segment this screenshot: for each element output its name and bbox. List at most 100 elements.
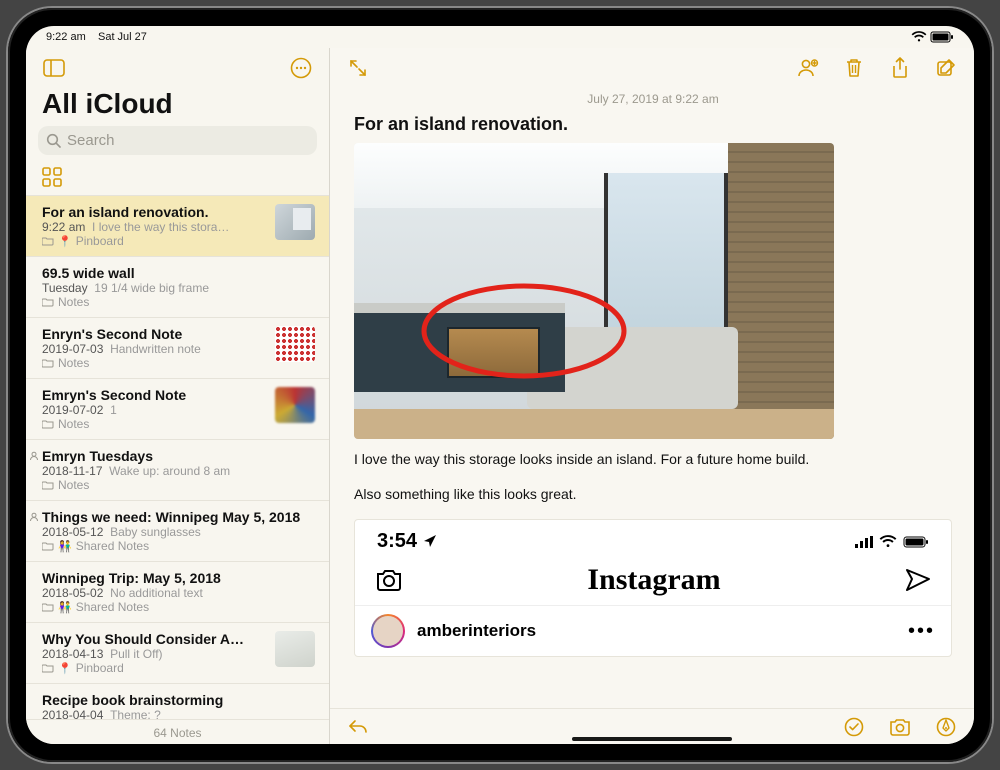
- note-item-meta: 2019-07-02 1: [42, 403, 267, 417]
- collaborate-button[interactable]: [794, 54, 822, 82]
- markup-button[interactable]: [932, 713, 960, 741]
- view-mode-toggle: [26, 163, 329, 195]
- ellipsis-circle-icon: [290, 57, 312, 79]
- battery-icon: [903, 536, 929, 548]
- note-list-item[interactable]: Enryn's Second Note 2019-07-03 Handwritt…: [26, 318, 329, 379]
- note-item-meta: 2018-05-02 No additional text: [42, 586, 315, 600]
- undo-button[interactable]: [344, 713, 372, 741]
- check-circle-icon: [844, 717, 864, 737]
- insta-topbar: Instagram: [355, 559, 951, 606]
- folder-icon: [42, 602, 54, 612]
- note-item-folder: 👫Shared Notes: [42, 600, 315, 614]
- sidebar-toolbar: [26, 48, 329, 88]
- main-toolbar: [330, 48, 974, 88]
- note-list-item[interactable]: Emryn Tuesdays 2018-11-17 Wake up: aroun…: [26, 440, 329, 501]
- note-date: July 27, 2019 at 9:22 am: [354, 88, 952, 114]
- note-attachment-image[interactable]: [354, 143, 834, 439]
- insta-clock: 3:54: [377, 530, 437, 553]
- note-item-title: Recipe book brainstorming: [42, 692, 315, 708]
- note-item-thumbnail: [275, 204, 315, 240]
- note-item-thumbnail: [275, 387, 315, 423]
- note-item-title: Emryn's Second Note: [42, 387, 267, 403]
- location-arrow-icon: [423, 534, 437, 548]
- note-list-item[interactable]: Things we need: Winnipeg May 5, 2018 201…: [26, 501, 329, 562]
- person-add-icon: [797, 58, 819, 78]
- sidebar-title: All iCloud: [26, 88, 329, 126]
- camera-icon: [375, 568, 403, 592]
- note-item-title: Enryn's Second Note: [42, 326, 267, 342]
- status-left: 9:22 am Sat Jul 27: [46, 31, 147, 43]
- folders-back-button[interactable]: [40, 54, 68, 82]
- people-icon: 👫: [58, 540, 72, 553]
- app-content: All iCloud For an island renovation.: [26, 48, 974, 744]
- new-note-button[interactable]: [932, 54, 960, 82]
- ipad-frame: 9:22 am Sat Jul 27 A: [8, 8, 992, 762]
- more-options-button[interactable]: [287, 54, 315, 82]
- expand-button[interactable]: [344, 54, 372, 82]
- cellular-icon: [855, 536, 873, 548]
- note-editor: July 27, 2019 at 9:22 am For an island r…: [330, 48, 974, 744]
- note-list-item[interactable]: For an island renovation. 9:22 am I love…: [26, 196, 329, 257]
- insta-more-button: •••: [908, 620, 935, 643]
- note-item-title: Things we need: Winnipeg May 5, 2018: [42, 509, 315, 525]
- pin-icon: 📍: [58, 235, 72, 248]
- note-item-meta: 2018-05-12 Baby sunglasses: [42, 525, 315, 539]
- share-icon: [891, 57, 909, 79]
- note-item-meta: 2018-04-13 Pull it Off): [42, 647, 267, 661]
- notes-sidebar: All iCloud For an island renovation.: [26, 48, 330, 744]
- grid-icon: [42, 167, 62, 187]
- shared-badge-icon: [29, 451, 39, 461]
- share-button[interactable]: [886, 54, 914, 82]
- note-item-thumbnail: [275, 631, 315, 667]
- note-item-title: Winnipeg Trip: May 5, 2018: [42, 570, 315, 586]
- camera-button[interactable]: [886, 713, 914, 741]
- instagram-logo: Instagram: [587, 563, 720, 597]
- search-input[interactable]: [67, 132, 309, 149]
- note-item-meta: 2018-04-04 Theme: ?: [42, 708, 315, 719]
- wifi-icon: [911, 31, 927, 43]
- note-body-paragraph[interactable]: Also something like this looks great.: [354, 484, 952, 505]
- folder-icon: [42, 297, 54, 307]
- note-item-title: Emryn Tuesdays: [42, 448, 315, 464]
- insta-statusbar: 3:54: [355, 520, 951, 559]
- editor-bottom-toolbar: [330, 708, 974, 744]
- note-list-item[interactable]: Why You Should Consider A… 2018-04-13 Pu…: [26, 623, 329, 684]
- instagram-screenshot-attachment[interactable]: 3:54 Instagram: [354, 519, 952, 657]
- checklist-button[interactable]: [840, 713, 868, 741]
- insta-avatar: [371, 614, 405, 648]
- note-body-paragraph[interactable]: I love the way this storage looks inside…: [354, 449, 952, 470]
- note-item-meta: 9:22 am I love the way this stora…: [42, 220, 267, 234]
- status-bar: 9:22 am Sat Jul 27: [26, 26, 974, 48]
- search-field[interactable]: [38, 126, 317, 155]
- note-item-title: Why You Should Consider A…: [42, 631, 267, 647]
- note-list[interactable]: For an island renovation. 9:22 am I love…: [26, 195, 329, 719]
- note-list-item[interactable]: 69.5 wide wall Tuesday 19 1/4 wide big f…: [26, 257, 329, 318]
- home-indicator[interactable]: [572, 737, 732, 741]
- wifi-icon: [879, 535, 897, 548]
- note-list-item[interactable]: Emryn's Second Note 2019-07-02 1 Notes: [26, 379, 329, 440]
- people-icon: 👫: [58, 601, 72, 614]
- sidebar-footer-count: 64 Notes: [26, 719, 329, 744]
- grid-view-button[interactable]: [42, 167, 62, 187]
- note-title[interactable]: For an island renovation.: [354, 114, 952, 135]
- note-item-meta: Tuesday 19 1/4 wide big frame: [42, 281, 315, 295]
- compose-icon: [936, 58, 956, 78]
- sidebar-toggle-icon: [43, 59, 65, 77]
- delete-button[interactable]: [840, 54, 868, 82]
- note-list-item[interactable]: Winnipeg Trip: May 5, 2018 2018-05-02 No…: [26, 562, 329, 623]
- folder-icon: [42, 358, 54, 368]
- folder-icon: [42, 236, 54, 246]
- note-item-folder: Notes: [42, 295, 315, 309]
- note-list-item[interactable]: Recipe book brainstorming 2018-04-04 The…: [26, 684, 329, 719]
- screen: 9:22 am Sat Jul 27 A: [26, 26, 974, 744]
- folder-icon: [42, 419, 54, 429]
- note-item-folder: Notes: [42, 478, 315, 492]
- camera-icon: [889, 718, 911, 736]
- status-date: Sat Jul 27: [98, 31, 147, 43]
- battery-icon: [930, 31, 954, 43]
- note-canvas[interactable]: July 27, 2019 at 9:22 am For an island r…: [330, 88, 974, 708]
- pen-tip-icon: [936, 717, 956, 737]
- note-item-meta: 2018-11-17 Wake up: around 8 am: [42, 464, 315, 478]
- markup-annotation: [354, 143, 834, 439]
- pin-icon: 📍: [58, 662, 72, 675]
